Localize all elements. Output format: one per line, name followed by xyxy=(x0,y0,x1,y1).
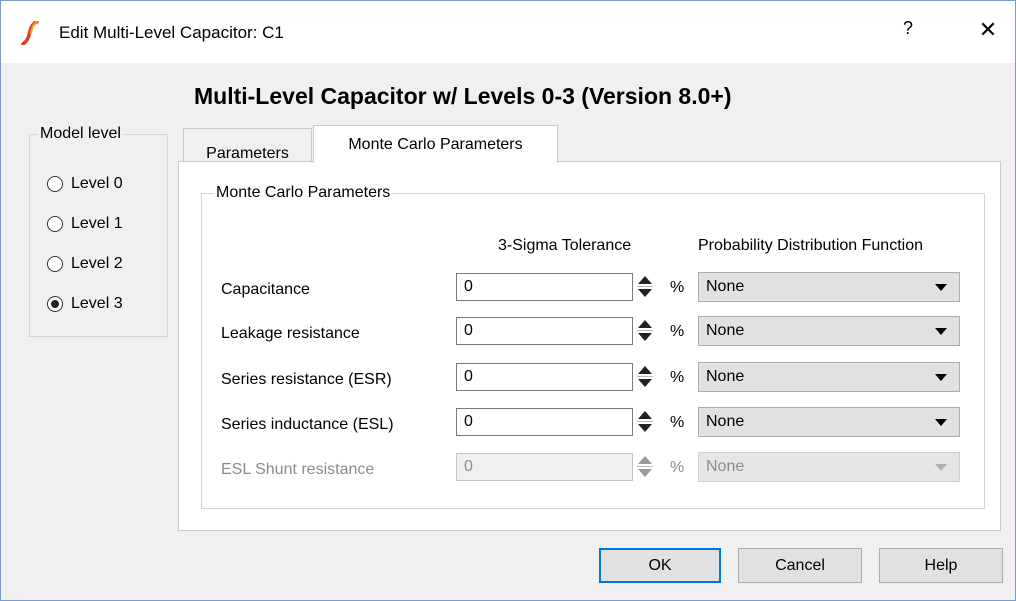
mc-row-3-distribution-value: None xyxy=(706,413,745,430)
mc-row-3-spinner[interactable] xyxy=(636,408,655,436)
spin-down-icon[interactable] xyxy=(638,424,652,432)
mc-row-2-tolerance-input[interactable]: 0 xyxy=(456,363,633,391)
tab-monte-carlo-label: Monte Carlo Parameters xyxy=(348,135,523,153)
radio-level-2[interactable]: Level 2 xyxy=(47,253,123,275)
mc-row-3-label: Series inductance (ESL) xyxy=(221,416,394,433)
tab-parameters-label: Parameters xyxy=(206,144,289,162)
mc-row-2-distribution-value: None xyxy=(706,368,745,385)
spin-divider xyxy=(637,376,653,377)
spin-down-icon[interactable] xyxy=(638,289,652,297)
chevron-down-icon xyxy=(935,374,947,381)
mc-row-2-distribution-select[interactable]: None xyxy=(698,362,960,392)
spin-divider xyxy=(637,330,653,331)
radio-button-icon[interactable] xyxy=(47,216,63,232)
chevron-down-icon xyxy=(935,419,947,426)
context-help-button[interactable]: ? xyxy=(898,18,918,39)
chevron-down-icon xyxy=(935,284,947,291)
radio-label: Level 0 xyxy=(71,175,123,192)
mc-row-3-tolerance-input[interactable]: 0 xyxy=(456,408,633,436)
spin-divider xyxy=(637,421,653,422)
radio-label: Level 2 xyxy=(71,255,123,272)
mc-row-2-percent-unit: % xyxy=(670,369,685,386)
mc-row-3-distribution-select[interactable]: None xyxy=(698,407,960,437)
spin-up-icon[interactable] xyxy=(638,411,652,419)
mc-row-0-distribution-value: None xyxy=(706,278,745,295)
mc-row-1-spinner[interactable] xyxy=(636,317,655,345)
mc-row-0-percent-unit: % xyxy=(670,279,685,296)
mc-row-4-label: ESL Shunt resistance xyxy=(221,461,375,478)
tab-parameters[interactable]: Parameters xyxy=(183,128,312,162)
mc-row-0-spinner[interactable] xyxy=(636,273,655,301)
radio-label: Level 1 xyxy=(71,215,123,232)
monte-carlo-group-title: Monte Carlo Parameters xyxy=(214,184,393,202)
mc-row-4-distribution-value: None xyxy=(706,458,745,475)
radio-button-icon[interactable] xyxy=(47,296,63,312)
spin-divider xyxy=(637,286,653,287)
window-title: Edit Multi-Level Capacitor: C1 xyxy=(59,23,284,42)
model-level-title: Model level xyxy=(38,125,123,143)
spin-up-icon xyxy=(638,456,652,464)
radio-button-icon[interactable] xyxy=(47,176,63,192)
cancel-button[interactable]: Cancel xyxy=(738,548,862,583)
spin-down-icon[interactable] xyxy=(638,333,652,341)
mc-row-4-percent-unit: % xyxy=(670,459,685,476)
mc-row-0-tolerance-input[interactable]: 0 xyxy=(456,273,633,301)
mc-row-4-distribution-select: None xyxy=(698,452,960,482)
radio-level-3[interactable]: Level 3 xyxy=(47,293,123,315)
spin-up-icon[interactable] xyxy=(638,320,652,328)
ok-button[interactable]: OK xyxy=(599,548,721,583)
chevron-down-icon xyxy=(935,464,947,471)
spin-up-icon[interactable] xyxy=(638,276,652,284)
spin-up-icon[interactable] xyxy=(638,366,652,374)
mc-row-4-tolerance-input: 0 xyxy=(456,453,633,481)
help-button[interactable]: Help xyxy=(879,548,1003,583)
mc-row-1-label: Leakage resistance xyxy=(221,325,360,342)
mc-row-1-tolerance-input[interactable]: 0 xyxy=(456,317,633,345)
mc-row-0-label: Capacitance xyxy=(221,281,310,298)
mc-row-2-label: Series resistance (ESR) xyxy=(221,371,392,388)
mc-row-1-distribution-value: None xyxy=(706,322,745,339)
radio-button-icon[interactable] xyxy=(47,256,63,272)
mc-row-3-percent-unit: % xyxy=(670,414,685,431)
mc-row-2-spinner[interactable] xyxy=(636,363,655,391)
radio-label: Level 3 xyxy=(71,295,123,312)
tab-monte-carlo-parameters[interactable]: Monte Carlo Parameters xyxy=(313,125,558,163)
spin-down-icon xyxy=(638,469,652,477)
dialog-window: Edit Multi-Level Capacitor: C1 ? ✕ Multi… xyxy=(0,0,1016,601)
mc-row-1-percent-unit: % xyxy=(670,323,685,340)
close-button[interactable]: ✕ xyxy=(977,17,999,43)
spin-divider xyxy=(637,466,653,467)
chevron-down-icon xyxy=(935,328,947,335)
simetrix-logo-icon xyxy=(21,21,39,45)
title-bar: Edit Multi-Level Capacitor: C1 ? ✕ xyxy=(1,1,1015,63)
mc-row-4-spinner xyxy=(636,453,655,481)
radio-level-0[interactable]: Level 0 xyxy=(47,173,123,195)
radio-level-1[interactable]: Level 1 xyxy=(47,213,123,235)
tolerance-column-header: 3-Sigma Tolerance xyxy=(498,237,632,254)
distribution-column-header: Probability Distribution Function xyxy=(698,237,923,254)
spin-down-icon[interactable] xyxy=(638,379,652,387)
mc-row-0-distribution-select[interactable]: None xyxy=(698,272,960,302)
dialog-heading: Multi-Level Capacitor w/ Levels 0-3 (Ver… xyxy=(194,83,732,109)
mc-row-1-distribution-select[interactable]: None xyxy=(698,316,960,346)
